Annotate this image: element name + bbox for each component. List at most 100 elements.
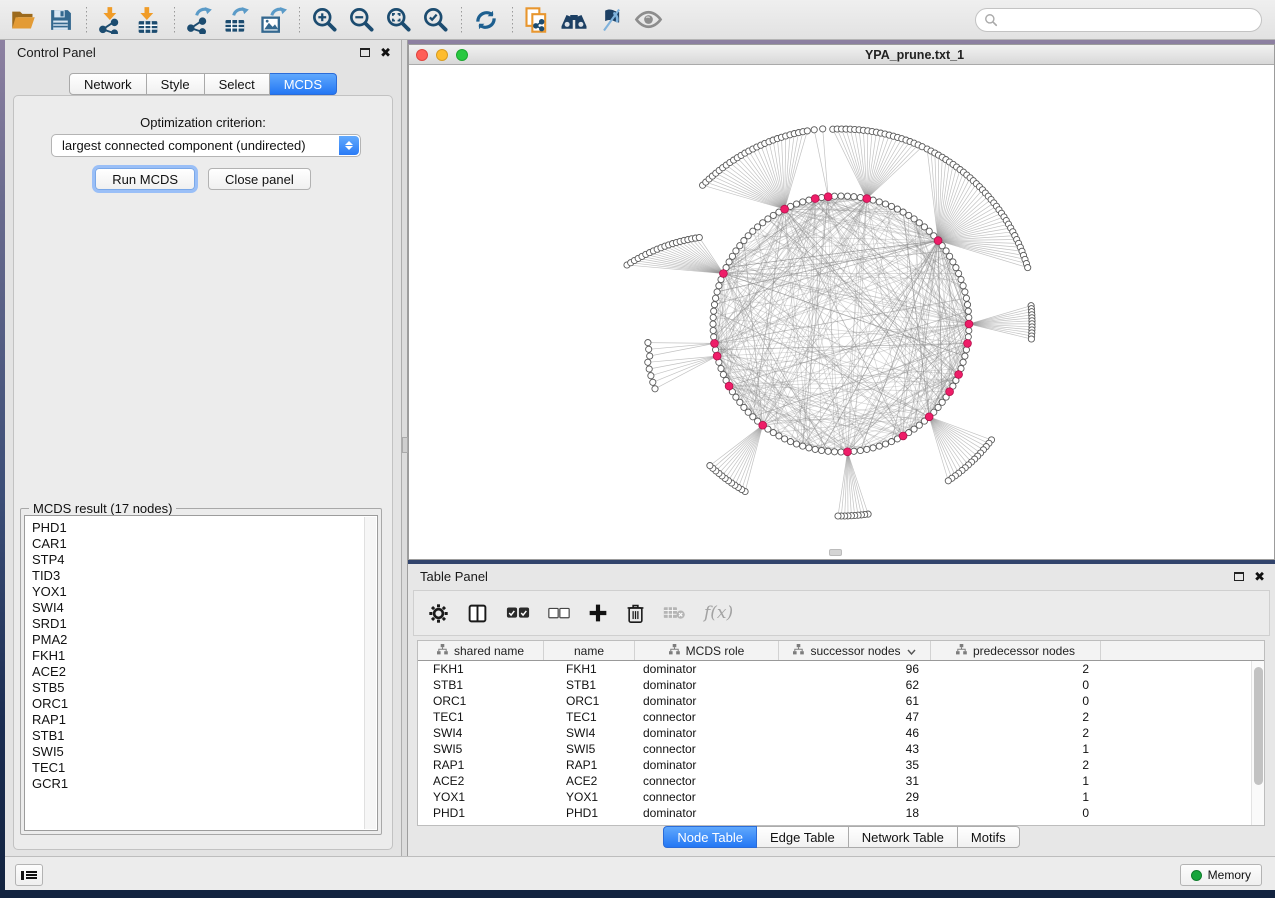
zoom-in-button[interactable] xyxy=(309,5,339,35)
table-row[interactable]: YOX1YOX1connector291 xyxy=(418,789,1264,805)
list-item[interactable]: SWI4 xyxy=(32,600,377,616)
cell-predecessor-nodes: 2 xyxy=(931,709,1101,725)
list-item[interactable]: STB5 xyxy=(32,680,377,696)
run-mcds-button[interactable]: Run MCDS xyxy=(95,168,195,190)
list-item[interactable]: ORC1 xyxy=(32,696,377,712)
column-header-filler xyxy=(1101,641,1264,660)
tab-mcds[interactable]: MCDS xyxy=(270,73,337,95)
network-view[interactable] xyxy=(409,65,1274,559)
list-item[interactable]: STP4 xyxy=(32,552,377,568)
list-item[interactable]: SWI5 xyxy=(32,744,377,760)
memory-button[interactable]: Memory xyxy=(1180,864,1262,886)
table-row[interactable]: RAP1RAP1dominator352 xyxy=(418,757,1264,773)
cell-name: FKH1 xyxy=(544,661,635,677)
tab-network[interactable]: Network xyxy=(69,73,147,95)
list-item[interactable]: PHD1 xyxy=(32,520,377,536)
table-settings-button[interactable] xyxy=(428,603,449,624)
list-item[interactable]: YOX1 xyxy=(32,584,377,600)
column-header-successor-nodes[interactable]: successor nodes xyxy=(779,641,931,660)
tab-edge-table[interactable]: Edge Table xyxy=(757,826,849,848)
show-details-button[interactable] xyxy=(633,5,663,35)
table-row[interactable]: SWI5SWI5connector431 xyxy=(418,741,1264,757)
hide-details-button[interactable] xyxy=(596,5,626,35)
zoom-fit-button[interactable] xyxy=(383,5,413,35)
network-window: YPA_prune.txt_1 xyxy=(408,44,1275,560)
table-scrollbar[interactable] xyxy=(1251,661,1264,825)
select-all-button[interactable] xyxy=(506,606,530,620)
close-panel-button[interactable]: Close panel xyxy=(208,168,311,190)
cell-name: ACE2 xyxy=(544,773,635,789)
zoom-fit-icon xyxy=(385,6,412,33)
table-scrollbar-thumb[interactable] xyxy=(1254,667,1263,785)
list-item[interactable]: ACE2 xyxy=(32,664,377,680)
network-from-selection-button[interactable] xyxy=(522,5,552,35)
eye-icon xyxy=(634,5,663,34)
list-item[interactable]: PMA2 xyxy=(32,632,377,648)
cell-predecessor-nodes: 2 xyxy=(931,661,1101,677)
table-row[interactable]: SWI4SWI4dominator462 xyxy=(418,725,1264,741)
add-column-button[interactable] xyxy=(588,603,608,623)
table-row[interactable]: ACE2ACE2connector311 xyxy=(418,773,1264,789)
mcds-result-list[interactable]: PHD1CAR1STP4TID3YOX1SWI4SRD1PMA2FKH1ACE2… xyxy=(24,515,378,831)
tab-network-table[interactable]: Network Table xyxy=(849,826,958,848)
result-list-scrollbar[interactable] xyxy=(364,517,376,829)
network-canvas[interactable] xyxy=(409,65,1274,559)
tab-select[interactable]: Select xyxy=(205,73,270,95)
cell-MCDS-role: dominator xyxy=(635,661,779,677)
maximize-window-icon[interactable] xyxy=(456,49,468,61)
list-item[interactable]: STB1 xyxy=(32,728,377,744)
close-window-icon[interactable] xyxy=(416,49,428,61)
select-stepper-icon xyxy=(339,136,359,155)
search-input[interactable] xyxy=(975,8,1262,32)
column-header-name[interactable]: name xyxy=(544,641,635,660)
list-item[interactable]: CAR1 xyxy=(32,536,377,552)
hide-graphics-details-icon xyxy=(597,6,625,34)
tab-motifs[interactable]: Motifs xyxy=(958,826,1020,848)
delete-column-button[interactable] xyxy=(626,603,645,624)
zoom-out-button[interactable] xyxy=(346,5,376,35)
table-row[interactable]: PHD1PHD1dominator180 xyxy=(418,805,1264,821)
export-table-button[interactable] xyxy=(221,5,251,35)
close-panel-icon[interactable]: ✖ xyxy=(1254,570,1265,583)
cell-successor-nodes: 62 xyxy=(779,677,931,693)
list-item[interactable]: SRD1 xyxy=(32,616,377,632)
show-columns-button[interactable] xyxy=(467,603,488,624)
import-table-button[interactable] xyxy=(133,5,163,35)
list-item[interactable]: TID3 xyxy=(32,568,377,584)
export-network-button[interactable] xyxy=(184,5,214,35)
list-item[interactable]: TEC1 xyxy=(32,760,377,776)
open-file-button[interactable] xyxy=(8,5,38,35)
save-session-button[interactable] xyxy=(45,5,75,35)
list-item[interactable]: FKH1 xyxy=(32,648,377,664)
column-header-shared-name[interactable]: shared name xyxy=(418,641,544,660)
find-button[interactable] xyxy=(559,5,589,35)
list-item[interactable]: RAP1 xyxy=(32,712,377,728)
column-header-MCDS-role[interactable]: MCDS role xyxy=(635,641,779,660)
table-row[interactable]: ORC1ORC1dominator610 xyxy=(418,693,1264,709)
minimize-window-icon[interactable] xyxy=(436,49,448,61)
table-row[interactable]: FKH1FKH1dominator962 xyxy=(418,661,1264,677)
console-icon xyxy=(21,871,42,880)
table-panel-title: Table Panel xyxy=(420,569,488,584)
tab-node-table[interactable]: Node Table xyxy=(663,826,757,848)
node-table: shared namenameMCDS rolesuccessor nodesp… xyxy=(417,640,1265,826)
apply-layout-button[interactable] xyxy=(471,5,501,35)
table-row[interactable]: TEC1TEC1connector472 xyxy=(418,709,1264,725)
network-window-titlebar[interactable]: YPA_prune.txt_1 xyxy=(409,45,1274,65)
cell-successor-nodes: 96 xyxy=(779,661,931,677)
float-panel-icon[interactable] xyxy=(360,48,370,57)
criterion-select[interactable]: largest connected component (undirected) xyxy=(51,134,361,157)
close-panel-icon[interactable]: ✖ xyxy=(380,46,391,59)
column-header-predecessor-nodes[interactable]: predecessor nodes xyxy=(931,641,1101,660)
table-row[interactable]: STB1STB1dominator620 xyxy=(418,677,1264,693)
tab-style[interactable]: Style xyxy=(147,73,205,95)
list-item[interactable]: GCR1 xyxy=(32,776,377,792)
cell-successor-nodes: 43 xyxy=(779,741,931,757)
export-image-button[interactable] xyxy=(258,5,288,35)
float-panel-icon[interactable] xyxy=(1234,572,1244,581)
import-network-button[interactable] xyxy=(96,5,126,35)
console-button[interactable] xyxy=(15,864,43,886)
zoom-selected-button[interactable] xyxy=(420,5,450,35)
network-scroll-grip[interactable] xyxy=(829,549,842,556)
deselect-all-button[interactable] xyxy=(548,607,570,620)
